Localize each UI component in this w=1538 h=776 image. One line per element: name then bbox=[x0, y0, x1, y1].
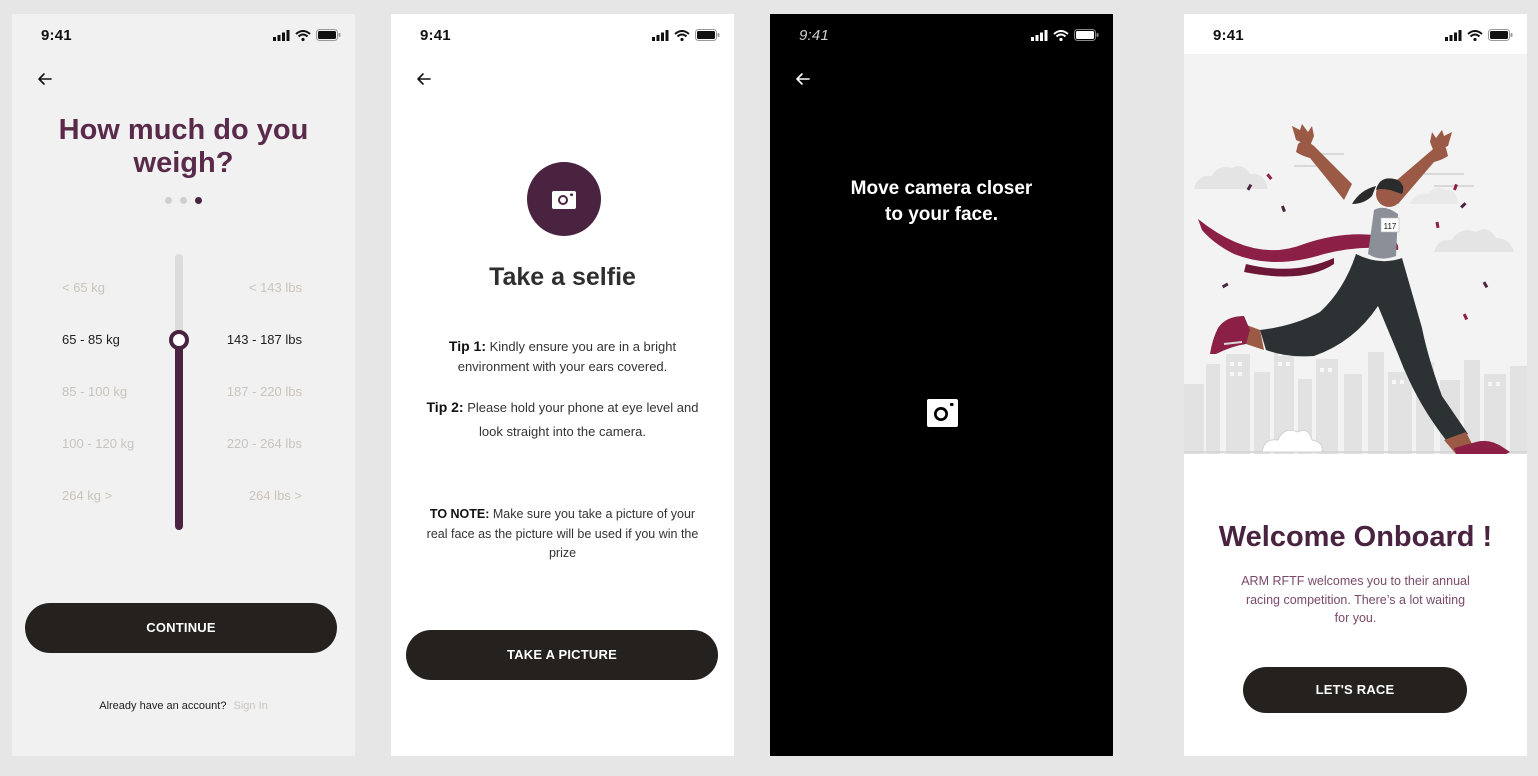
title-line-1: How much do you bbox=[58, 114, 309, 146]
option-kg: < 65 kg bbox=[62, 280, 106, 295]
page-title: How much do you weigh? bbox=[12, 114, 355, 180]
weight-screen: 9:41 How much do you weigh? < 65 kg < 143… bbox=[12, 14, 355, 756]
camera-badge bbox=[527, 162, 601, 236]
note: TO NOTE: Make sure you take a picture of… bbox=[421, 505, 704, 564]
battery-icon bbox=[1074, 29, 1099, 41]
status-time: 9:41 bbox=[799, 27, 829, 44]
wifi-icon bbox=[295, 29, 311, 41]
camera-instruction: Move camera closer to your face. bbox=[770, 176, 1113, 228]
welcome-description: ARM RFTF welcomes you to their annual ra… bbox=[1241, 574, 1470, 625]
instruction-line-1: Move camera closer bbox=[850, 178, 1033, 199]
option-lbs: 264 lbs > bbox=[248, 488, 302, 503]
take-picture-button[interactable]: TAKE A PICTURE bbox=[406, 630, 718, 680]
tip-2-text: Please hold your phone at eye level and … bbox=[467, 400, 699, 439]
step-dot bbox=[180, 197, 187, 204]
battery-icon bbox=[695, 29, 720, 41]
lets-race-button[interactable]: LET'S RACE bbox=[1243, 667, 1467, 713]
signal-icon bbox=[1445, 29, 1462, 41]
step-dot bbox=[165, 197, 172, 204]
signin-prompt: Already have an account? Sign In bbox=[12, 700, 355, 712]
option-kg: 85 - 100 kg bbox=[62, 384, 128, 399]
bib-number: 117 bbox=[1384, 222, 1397, 231]
status-time: 9:41 bbox=[420, 27, 451, 44]
battery-icon bbox=[1488, 29, 1513, 41]
runner-illustration: 117 bbox=[1184, 54, 1527, 454]
status-time: 9:41 bbox=[41, 27, 72, 44]
tip-1-label: Tip 1: bbox=[448, 338, 486, 354]
signal-icon bbox=[1031, 29, 1048, 41]
continue-button[interactable]: CONTINUE bbox=[25, 603, 337, 653]
camera-screen: 9:41 Move camera closer to your face. bbox=[770, 14, 1113, 756]
back-arrow-icon[interactable] bbox=[794, 70, 812, 88]
option-kg: 264 kg > bbox=[62, 488, 113, 503]
status-bar: 9:41 bbox=[770, 14, 1113, 54]
back-arrow-icon[interactable] bbox=[415, 70, 433, 88]
status-time: 9:41 bbox=[1213, 27, 1244, 44]
note-label: TO NOTE: bbox=[429, 507, 490, 521]
signal-icon bbox=[273, 29, 290, 41]
status-bar: 9:41 bbox=[391, 14, 734, 54]
camera-shutter-icon[interactable] bbox=[927, 399, 958, 427]
instruction-line-2: to your face. bbox=[885, 204, 998, 225]
battery-icon bbox=[316, 29, 341, 41]
wifi-icon bbox=[1467, 29, 1483, 41]
page-title: Welcome Onboard ! bbox=[1218, 521, 1493, 553]
step-indicator bbox=[12, 197, 355, 204]
weight-slider-track[interactable] bbox=[175, 254, 183, 530]
sign-in-link[interactable]: Sign In bbox=[234, 700, 268, 712]
wifi-icon bbox=[674, 29, 690, 41]
status-bar: 9:41 bbox=[1184, 14, 1527, 54]
weight-slider-thumb[interactable] bbox=[169, 330, 189, 350]
page-title: Take a selfie bbox=[489, 263, 636, 291]
status-bar: 9:41 bbox=[12, 14, 355, 54]
account-prompt-text: Already have an account? bbox=[99, 700, 227, 712]
back-arrow-icon[interactable] bbox=[36, 70, 54, 88]
option-lbs: 220 - 264 lbs bbox=[226, 436, 302, 451]
wifi-icon bbox=[1053, 29, 1069, 41]
signal-icon bbox=[652, 29, 669, 41]
camera-icon bbox=[552, 191, 576, 209]
selfie-instructions-screen: 9:41 Take a selfie Tip 1: Kindly ensure … bbox=[391, 14, 734, 756]
welcome-screen: 9:41 117 Welcome Onboard ! ARM RFTF welc… bbox=[1184, 14, 1527, 756]
step-dot-active bbox=[195, 197, 202, 204]
weight-slider-fill bbox=[175, 330, 183, 530]
tip-1: Tip 1: Kindly ensure you are in a bright… bbox=[421, 336, 704, 377]
option-lbs: 187 - 220 lbs bbox=[226, 384, 302, 399]
title-line-2: weigh? bbox=[133, 147, 234, 179]
option-lbs: 143 - 187 lbs bbox=[226, 332, 302, 347]
tip-1-text: Kindly ensure you are in a bright enviro… bbox=[457, 339, 677, 374]
option-kg: 65 - 85 kg bbox=[62, 332, 120, 347]
option-lbs: < 143 lbs bbox=[248, 280, 302, 295]
tip-2: Tip 2: Please hold your phone at eye lev… bbox=[421, 395, 704, 444]
option-kg: 100 - 120 kg bbox=[62, 436, 135, 451]
tip-2-label: Tip 2: bbox=[426, 399, 464, 415]
